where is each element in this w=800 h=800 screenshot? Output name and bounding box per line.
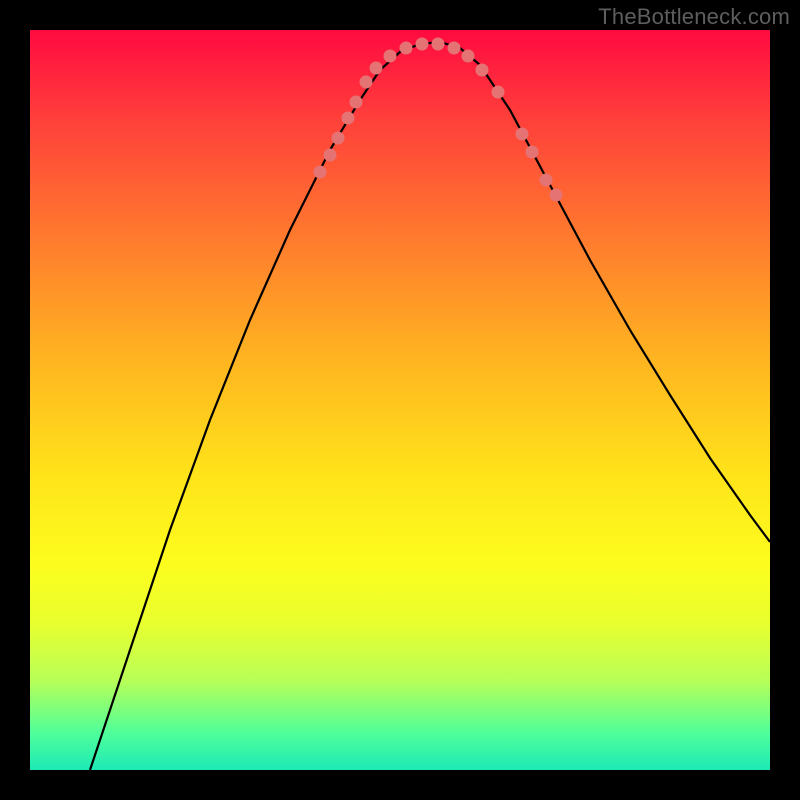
curve-dot xyxy=(400,42,413,55)
curve-dot xyxy=(492,86,505,99)
curve-dot xyxy=(448,42,461,55)
curve-dot xyxy=(360,76,373,89)
curve-dot xyxy=(432,38,445,51)
curve-dot xyxy=(324,149,337,162)
curve-dot xyxy=(314,166,327,179)
curve-dot xyxy=(332,132,345,145)
watermark-text: TheBottleneck.com xyxy=(598,4,790,30)
bottleneck-curve-path xyxy=(90,42,770,770)
curve-dot xyxy=(540,174,553,187)
curve-dot xyxy=(476,64,489,77)
curve-dot xyxy=(416,38,429,51)
bottleneck-chart xyxy=(30,30,770,770)
curve-dot xyxy=(350,96,363,109)
curve-dot xyxy=(384,50,397,63)
curve-dot xyxy=(516,128,529,141)
chart-frame xyxy=(30,30,770,770)
curve-dot xyxy=(550,189,563,202)
curve-dot xyxy=(462,50,475,63)
curve-dot xyxy=(526,146,539,159)
curve-dot xyxy=(342,112,355,125)
curve-dot xyxy=(370,62,383,75)
curve-dots-group xyxy=(314,38,563,202)
